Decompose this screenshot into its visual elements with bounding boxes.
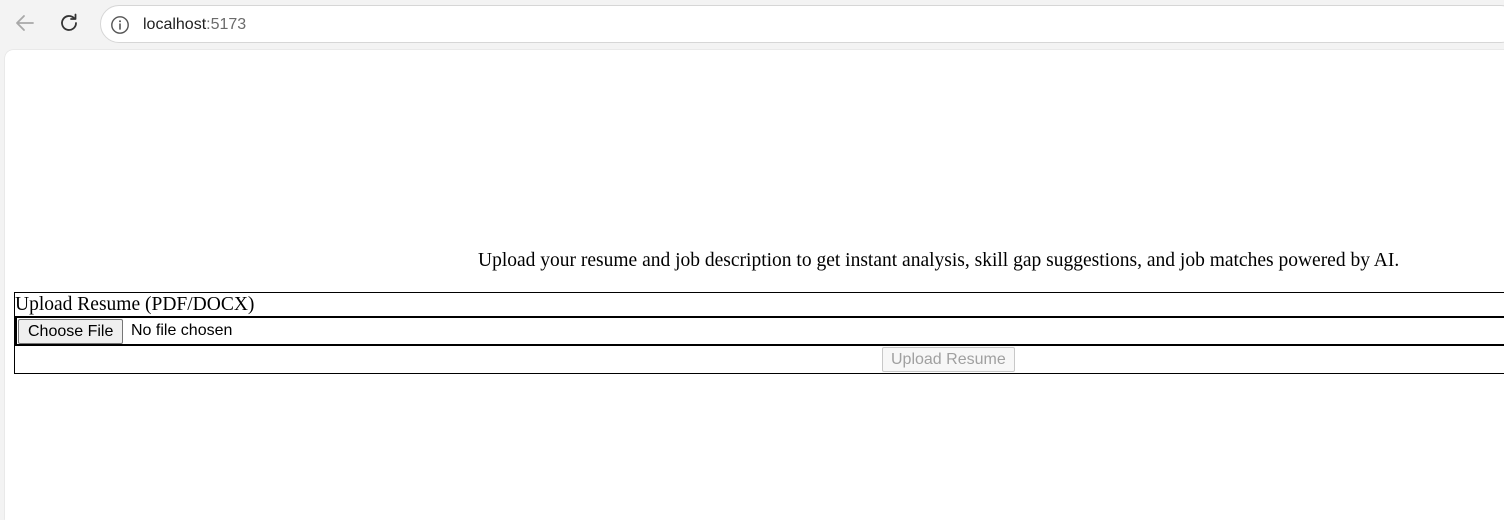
url-text[interactable]: localhost:5173 [143, 15, 246, 35]
address-bar[interactable]: localhost:5173 [100, 5, 1504, 43]
choose-file-button[interactable]: Choose File [18, 319, 124, 344]
back-button[interactable] [8, 8, 42, 42]
page-viewport [5, 50, 1504, 520]
upload-resume-label: Upload Resume (PDF/DOCX) [15, 294, 255, 315]
file-status-text: No file chosen [131, 322, 233, 339]
info-icon[interactable] [110, 15, 130, 35]
resume-file-input[interactable]: Choose File No file chosen [15, 316, 1504, 346]
page-tagline: Upload your resume and job description t… [478, 250, 1400, 271]
url-port: :5173 [206, 16, 247, 33]
resume-upload-form: Upload Resume (PDF/DOCX) Choose File No … [14, 292, 1504, 374]
arrow-left-icon [13, 11, 37, 40]
upload-resume-button[interactable]: Upload Resume [882, 347, 1015, 372]
url-host: localhost [143, 16, 207, 33]
reload-icon [57, 11, 81, 40]
browser-toolbar: localhost:5173 [0, 0, 1504, 50]
reload-button[interactable] [52, 8, 86, 42]
